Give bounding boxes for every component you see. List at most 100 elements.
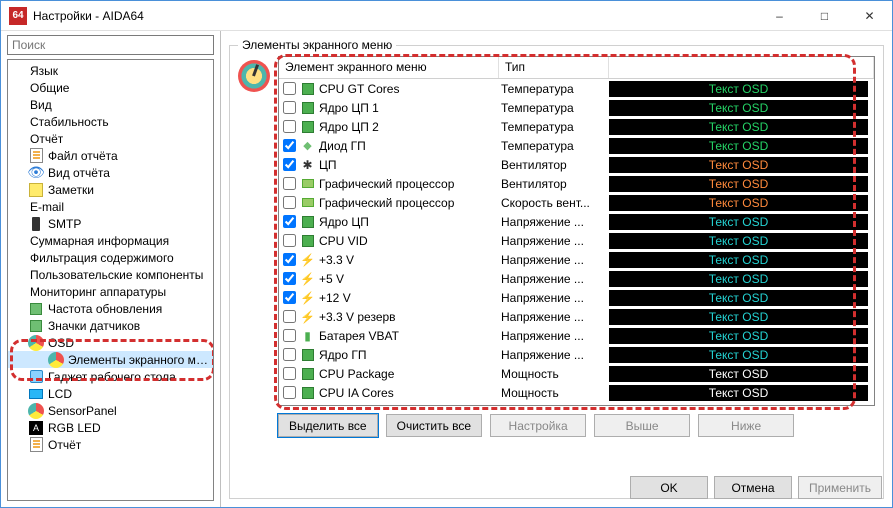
- list-body[interactable]: CPU GT CoresТемператураТекст OSDЯдро ЦП …: [279, 79, 874, 405]
- tree-item[interactable]: Частота обновления: [8, 300, 213, 317]
- osd-pill: Текст OSD: [609, 214, 868, 230]
- move-up-button[interactable]: Выше: [594, 414, 690, 437]
- fan-icon: ✱: [300, 157, 315, 172]
- table-row[interactable]: Графический процессорВентиляторТекст OSD: [279, 174, 874, 193]
- row-label: +5 V: [319, 272, 344, 286]
- clear-all-button[interactable]: Очистить все: [386, 414, 482, 437]
- row-checkbox[interactable]: [283, 139, 296, 152]
- blank-icon: [10, 80, 26, 96]
- row-checkbox[interactable]: [283, 310, 296, 323]
- tree-item-label: Значки датчиков: [48, 319, 140, 333]
- row-checkbox[interactable]: [283, 82, 296, 95]
- row-checkbox[interactable]: [283, 272, 296, 285]
- table-row[interactable]: ⚡+5 VНапряжение ...Текст OSD: [279, 269, 874, 288]
- tree-item-label: Общие: [30, 81, 69, 95]
- row-type: Мощность: [499, 386, 609, 400]
- tree-item[interactable]: Пользовательские компоненты: [8, 266, 213, 283]
- table-row[interactable]: CPU IA CoresМощностьТекст OSD: [279, 383, 874, 402]
- row-checkbox[interactable]: [283, 291, 296, 304]
- table-row[interactable]: CPU VIDНапряжение ...Текст OSD: [279, 231, 874, 250]
- tree-item[interactable]: Отчёт: [8, 436, 213, 453]
- column-type[interactable]: Тип: [499, 57, 609, 78]
- tree-item[interactable]: SensorPanel: [8, 402, 213, 419]
- osd-items-list[interactable]: Элемент экранного меню Тип CPU GT CoresТ…: [278, 56, 875, 406]
- tree-item-label: Вид отчёта: [48, 166, 110, 180]
- row-label: Ядро ГП: [319, 348, 366, 362]
- table-row[interactable]: CPU PackageМощностьТекст OSD: [279, 364, 874, 383]
- tree-item[interactable]: Заметки: [8, 181, 213, 198]
- row-checkbox[interactable]: [283, 196, 296, 209]
- cpu-icon: [300, 366, 315, 381]
- tree-item[interactable]: ARGB LED: [8, 419, 213, 436]
- tree-item[interactable]: LCD: [8, 385, 213, 402]
- row-checkbox[interactable]: [283, 234, 296, 247]
- window-title: Настройки - AIDA64: [33, 9, 757, 23]
- tree-item[interactable]: Отчёт: [8, 130, 213, 147]
- row-label: Ядро ЦП: [319, 215, 369, 229]
- table-row[interactable]: CPU GT CoresТемператураТекст OSD: [279, 79, 874, 98]
- blank-icon: [10, 97, 26, 113]
- settings-tree[interactable]: ЯзыкОбщиеВидСтабильностьОтчётФайл отчёта…: [7, 59, 214, 501]
- tree-item[interactable]: Язык: [8, 62, 213, 79]
- table-row[interactable]: ✱ЦПВентиляторТекст OSD: [279, 155, 874, 174]
- row-type: Вентилятор: [499, 177, 609, 191]
- tree-item[interactable]: Суммарная информация: [8, 232, 213, 249]
- row-checkbox[interactable]: [283, 101, 296, 114]
- row-checkbox[interactable]: [283, 215, 296, 228]
- search-input[interactable]: [7, 35, 214, 55]
- column-item[interactable]: Элемент экранного меню: [279, 57, 499, 78]
- tree-item[interactable]: OSD: [8, 334, 213, 351]
- row-checkbox[interactable]: [283, 120, 296, 133]
- note-icon: [28, 182, 44, 198]
- ok-button[interactable]: OK: [630, 476, 708, 499]
- tree-item[interactable]: Элементы экранного меню: [8, 351, 213, 368]
- tree-item[interactable]: Вид: [8, 96, 213, 113]
- row-label: Ядро ЦП 2: [319, 120, 379, 134]
- row-type: Температура: [499, 101, 609, 115]
- table-row[interactable]: ◆Диод ГПТемператураТекст OSD: [279, 136, 874, 155]
- tree-item[interactable]: Файл отчёта: [8, 147, 213, 164]
- chip-icon: [28, 301, 44, 317]
- tree-item[interactable]: E-mail: [8, 198, 213, 215]
- table-row[interactable]: Графический процессорСкорость вент...Тек…: [279, 193, 874, 212]
- table-row[interactable]: ▮Батарея VBATНапряжение ...Текст OSD: [279, 326, 874, 345]
- close-button[interactable]: ✕: [847, 1, 892, 31]
- table-row[interactable]: Ядро ЦП 1ТемператураТекст OSD: [279, 98, 874, 117]
- table-row[interactable]: ⚡+3.3 V резервНапряжение ...Текст OSD: [279, 307, 874, 326]
- tree-item[interactable]: 👁Вид отчёта: [8, 164, 213, 181]
- tree-item[interactable]: Стабильность: [8, 113, 213, 130]
- tree-item[interactable]: Гаджет рабочего стола: [8, 368, 213, 385]
- volt-icon: ⚡: [300, 309, 315, 324]
- table-row[interactable]: ⚡+12 VНапряжение ...Текст OSD: [279, 288, 874, 307]
- row-type: Напряжение ...: [499, 291, 609, 305]
- tree-item[interactable]: SMTP: [8, 215, 213, 232]
- tree-item[interactable]: Общие: [8, 79, 213, 96]
- configure-button[interactable]: Настройка: [490, 414, 586, 437]
- apply-button[interactable]: Применить: [798, 476, 882, 499]
- tree-item-label: E-mail: [30, 200, 64, 214]
- row-checkbox[interactable]: [283, 329, 296, 342]
- row-checkbox[interactable]: [283, 177, 296, 190]
- table-row[interactable]: Ядро ЦП 2ТемператураТекст OSD: [279, 117, 874, 136]
- osd-pill: Текст OSD: [609, 366, 868, 382]
- minimize-button[interactable]: –: [757, 1, 802, 31]
- column-osd[interactable]: [609, 57, 874, 78]
- row-checkbox[interactable]: [283, 158, 296, 171]
- phone-icon: [28, 216, 44, 232]
- row-checkbox[interactable]: [283, 253, 296, 266]
- tree-item[interactable]: Фильтрация содержимого: [8, 249, 213, 266]
- row-checkbox[interactable]: [283, 367, 296, 380]
- table-row[interactable]: ⚡+3.3 VНапряжение ...Текст OSD: [279, 250, 874, 269]
- blank-icon: [10, 250, 26, 266]
- maximize-button[interactable]: □: [802, 1, 847, 31]
- cancel-button[interactable]: Отмена: [714, 476, 792, 499]
- row-checkbox[interactable]: [283, 386, 296, 399]
- table-row[interactable]: Ядро ЦПНапряжение ...Текст OSD: [279, 212, 874, 231]
- tree-item-label: Заметки: [48, 183, 94, 197]
- tree-item[interactable]: Значки датчиков: [8, 317, 213, 334]
- row-checkbox[interactable]: [283, 348, 296, 361]
- select-all-button[interactable]: Выделить все: [278, 414, 378, 437]
- table-row[interactable]: Ядро ГПНапряжение ...Текст OSD: [279, 345, 874, 364]
- tree-item[interactable]: Мониторинг аппаратуры: [8, 283, 213, 300]
- move-down-button[interactable]: Ниже: [698, 414, 794, 437]
